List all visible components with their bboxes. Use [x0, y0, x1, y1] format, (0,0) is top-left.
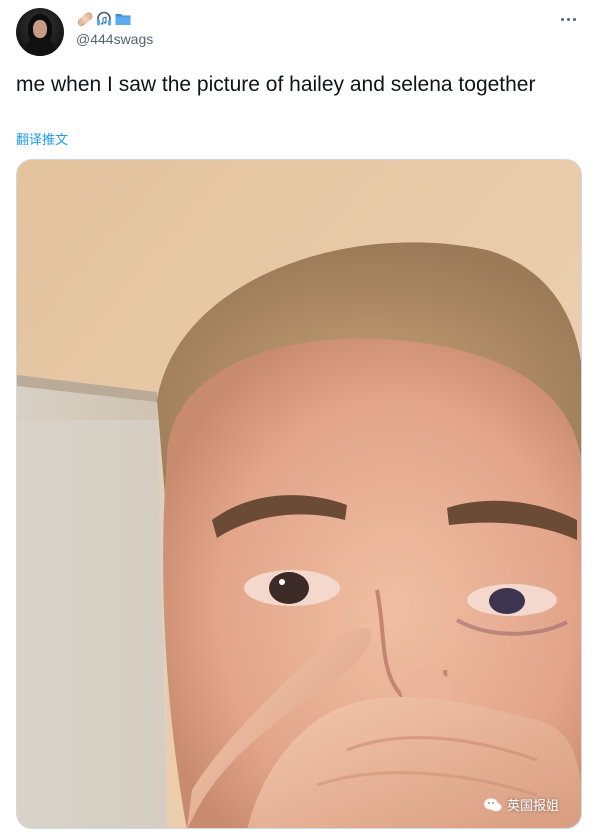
user-avatar[interactable]: [16, 8, 64, 56]
watermark-text: 英国报姐: [506, 799, 559, 814]
tweet-media-image[interactable]: 英国报姐: [16, 159, 582, 829]
display-name-emojis[interactable]: [76, 10, 132, 28]
adhesive-bandage-icon: [76, 10, 94, 28]
folder-icon: [114, 10, 132, 28]
user-handle[interactable]: @444swags: [76, 31, 153, 47]
avatar-face: [33, 20, 47, 38]
avatar-shirt: [26, 38, 54, 56]
wechat-icon: [483, 797, 503, 813]
more-options-icon[interactable]: [556, 12, 580, 26]
translate-tweet-link[interactable]: 翻译推文: [16, 129, 68, 148]
headphone-music-icon: [95, 10, 113, 28]
media-watermark: 英国报姐: [483, 795, 559, 814]
tweet-text: me when I saw the picture of hailey and …: [16, 73, 536, 96]
